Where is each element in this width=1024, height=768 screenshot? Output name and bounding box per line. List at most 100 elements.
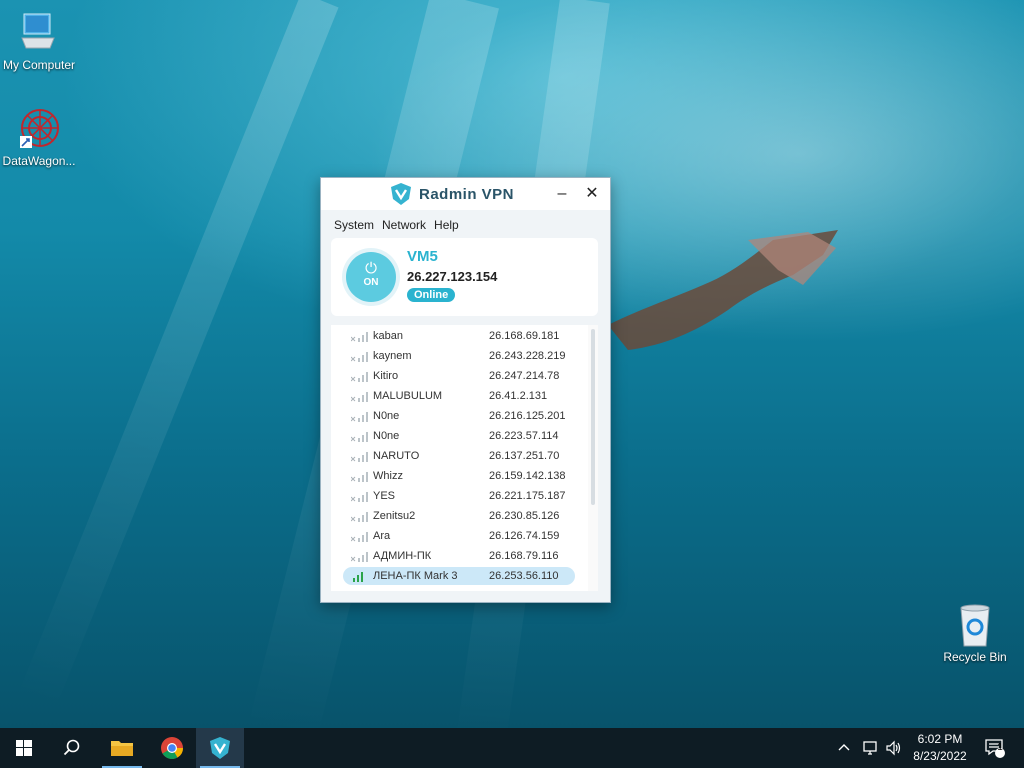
peer-row[interactable]: N0ne 26.223.57.114 [331, 426, 588, 446]
peer-ip: 26.221.175.187 [489, 490, 566, 502]
notification-center-button[interactable]: 1 [984, 728, 1006, 768]
clock-time: 6:02 PM [917, 732, 963, 746]
peer-ip: 26.243.228.219 [489, 350, 566, 362]
peer-ip: 26.159.142.138 [489, 470, 566, 482]
peer-row[interactable]: ЛЕНА-ПК Mark 3 26.253.56.110 [331, 566, 588, 586]
peer-row[interactable]: kaynem 26.243.228.219 [331, 346, 588, 366]
search-button[interactable] [48, 728, 96, 768]
peer-ip: 26.253.56.110 [489, 570, 559, 582]
peer-row[interactable]: YES 26.221.175.187 [331, 486, 588, 506]
peer-ip: 26.168.69.181 [489, 330, 560, 342]
signal-offline-icon [351, 372, 368, 382]
peer-row[interactable]: АДМИН-ПК 26.168.79.116 [331, 546, 588, 566]
peer-name: N0ne [373, 430, 400, 442]
close-button[interactable]: ✕ [579, 182, 605, 206]
peer-list[interactable]: kaban 26.168.69.181 kaynem 26.243.228.219 Ki… [331, 325, 598, 591]
peer-row[interactable]: N0ne 26.216.125.201 [331, 406, 588, 426]
peer-ip: 26.223.57.114 [489, 430, 559, 442]
scrollbar-thumb[interactable] [591, 329, 595, 505]
taskbar-chrome[interactable] [148, 728, 196, 768]
taskbar-radmin-vpn[interactable] [196, 728, 244, 768]
menu-network[interactable]: Network [382, 218, 426, 232]
recycle-bin-icon [952, 602, 998, 648]
peer-list-scrollbar[interactable] [588, 325, 598, 591]
desktop-icon-datawagon[interactable]: DataWagon... [0, 106, 82, 168]
peer-name: N0ne [373, 410, 400, 422]
clock-date: 8/23/2022 [913, 749, 967, 763]
chrome-icon [161, 737, 183, 759]
signal-offline-icon [351, 332, 368, 342]
peer-name: Whizz [373, 470, 403, 482]
desktop-icon-my-computer[interactable]: My Computer [0, 10, 82, 72]
volume-icon[interactable] [885, 728, 903, 768]
desktop-icon-recycle-bin[interactable]: Recycle Bin [932, 602, 1018, 664]
app-title: Radmin VPN [419, 185, 515, 203]
peer-name: Kitiro [373, 370, 399, 382]
radmin-vpn-icon [210, 737, 230, 759]
peer-ip: 26.137.251.70 [489, 450, 560, 462]
desktop-icon-label: Recycle Bin [943, 650, 1007, 664]
signal-offline-icon [351, 352, 368, 362]
power-icon: ⏻ [365, 260, 377, 277]
peer-name: kaban [373, 330, 403, 342]
peer-ip: 26.216.125.201 [489, 410, 566, 422]
status-card: ⏻ ON VM5 26.227.123.154 Online [331, 238, 598, 316]
peer-row[interactable]: Ara 26.126.74.159 [331, 526, 588, 546]
app-logo: Radmin VPN [389, 182, 514, 206]
taskbar: 6:02 PM 8/23/2022 1 [0, 728, 1024, 768]
signal-offline-icon [351, 512, 368, 522]
peer-name: Zenitsu2 [373, 510, 416, 522]
minimize-button[interactable]: – [549, 182, 575, 206]
search-icon [63, 739, 80, 756]
signal-offline-icon [351, 472, 368, 482]
signal-offline-icon [351, 452, 368, 462]
peer-name: NARUTO [373, 450, 420, 462]
desktop-icon-label: My Computer [2, 58, 76, 72]
folder-icon [111, 741, 133, 756]
network-icon[interactable] [862, 728, 880, 768]
menu-bar: System Network Help [321, 213, 610, 237]
peer-ip: 26.168.79.116 [489, 550, 559, 562]
peer-ip: 26.126.74.159 [489, 530, 560, 542]
peer-name: YES [373, 490, 396, 502]
host-ip: 26.227.123.154 [407, 269, 498, 284]
datawagon-icon [16, 106, 62, 152]
peer-row[interactable]: MALUBULUM 26.41.2.131 [331, 386, 588, 406]
peer-name: Ara [373, 530, 391, 542]
peer-name: MALUBULUM [373, 390, 443, 402]
wallpaper-diver [608, 230, 838, 350]
peer-name: АДМИН-ПК [373, 550, 432, 562]
status-badge: Online [407, 288, 456, 302]
host-name: VM5 [407, 248, 438, 265]
peer-row[interactable]: Whizz 26.159.142.138 [331, 466, 588, 486]
signal-offline-icon [351, 492, 368, 502]
peer-name: kaynem [373, 350, 412, 362]
tray-chevron-icon[interactable] [838, 728, 850, 768]
peer-row[interactable]: NARUTO 26.137.251.70 [331, 446, 588, 466]
radmin-vpn-window[interactable]: Radmin VPN – ✕ System Network Help ⏻ ON … [320, 177, 611, 603]
signal-offline-icon [351, 552, 368, 562]
peer-row[interactable]: Kitiro 26.247.214.78 [331, 366, 588, 386]
signal-strong-icon [353, 572, 363, 582]
radmin-shield-icon [391, 183, 411, 205]
signal-offline-icon [351, 392, 368, 402]
system-clock[interactable]: 6:02 PM 8/23/2022 [905, 731, 975, 765]
title-bar[interactable]: Radmin VPN – ✕ [321, 178, 610, 210]
start-button[interactable] [0, 728, 48, 768]
peer-ip: 26.41.2.131 [489, 390, 548, 402]
peer-name: ЛЕНА-ПК Mark 3 [373, 570, 458, 582]
power-button[interactable]: ⏻ ON [342, 248, 400, 306]
windows-logo-icon [16, 740, 32, 756]
peer-ip: 26.230.85.126 [489, 510, 560, 522]
signal-offline-icon [351, 532, 368, 542]
signal-offline-icon [351, 412, 368, 422]
computer-icon [16, 10, 62, 56]
menu-help[interactable]: Help [434, 218, 459, 232]
signal-offline-icon [351, 432, 368, 442]
peer-row[interactable]: kaban 26.168.69.181 [331, 326, 588, 346]
taskbar-file-explorer[interactable] [98, 728, 146, 768]
desktop-icon-label: DataWagon... [2, 154, 76, 168]
power-label: ON [363, 277, 379, 288]
menu-system[interactable]: System [334, 218, 374, 232]
peer-row[interactable]: Zenitsu2 26.230.85.126 [331, 506, 588, 526]
